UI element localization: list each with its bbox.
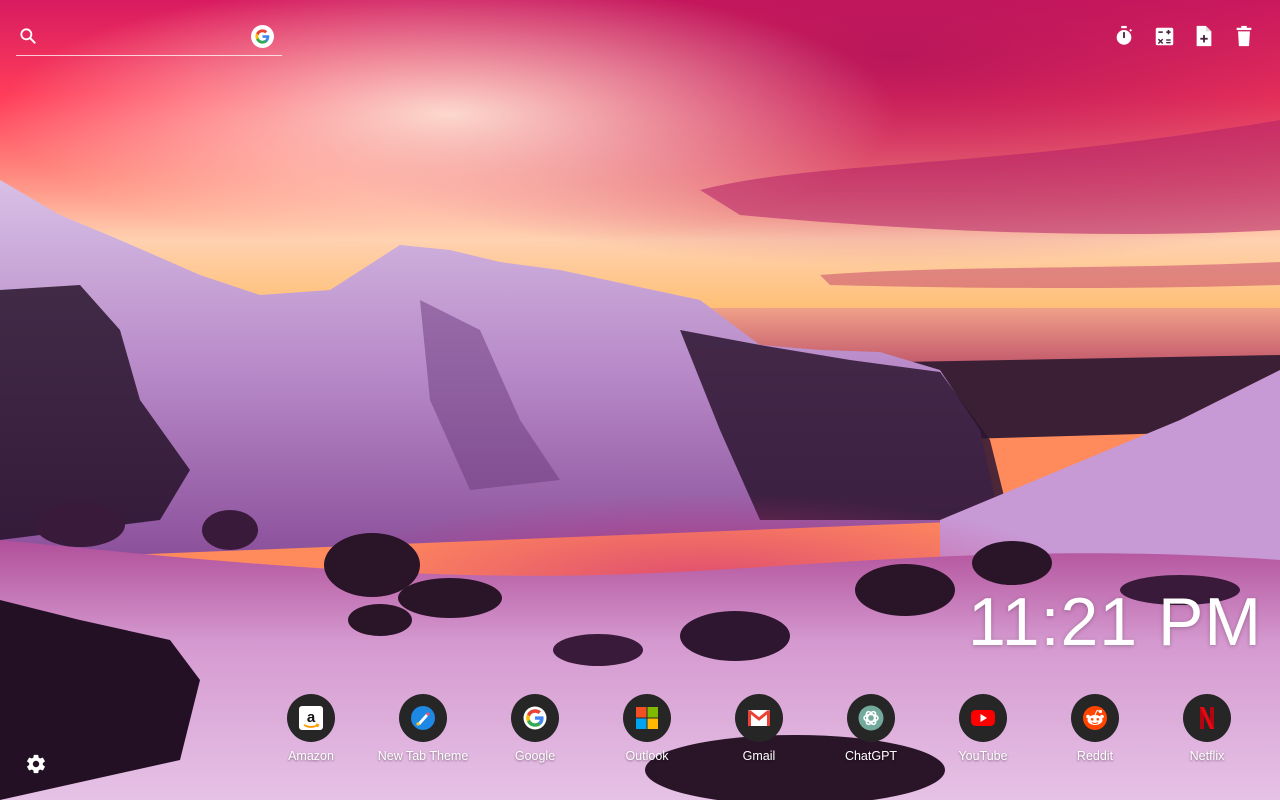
timer-icon[interactable] (1112, 24, 1136, 48)
amazon-icon: a (287, 694, 335, 742)
shortcut-google[interactable]: Google (480, 694, 590, 774)
shortcut-new-tab-theme[interactable]: New Tab Theme (368, 694, 478, 774)
reddit-icon (1071, 694, 1119, 742)
google-icon (511, 694, 559, 742)
trash-icon[interactable] (1232, 24, 1256, 48)
shortcut-gmail[interactable]: Gmail (704, 694, 814, 774)
calculator-icon[interactable] (1152, 24, 1176, 48)
clock-time: 11:21 PM (967, 584, 1262, 660)
gmail-icon (735, 694, 783, 742)
shortcut-youtube[interactable]: YouTube (928, 694, 1038, 774)
shortcut-reddit[interactable]: Reddit (1040, 694, 1150, 774)
netflix-icon (1183, 694, 1231, 742)
shortcut-label: ChatGPT (844, 749, 898, 763)
shortcut-label: YouTube (958, 749, 1008, 763)
wallpaper-mountain-sunset (0, 0, 1280, 800)
shortcut-label: Gmail (742, 749, 776, 763)
shortcut-netflix[interactable]: Netflix (1152, 694, 1262, 774)
youtube-icon (959, 694, 1007, 742)
outlook-icon (623, 694, 671, 742)
shortcut-label: Google (514, 749, 556, 763)
shortcut-label: New Tab Theme (377, 749, 469, 763)
shortcut-label: Reddit (1076, 749, 1114, 763)
new-tab-page: 11:21 PM a Amazon New Tab Theme Google O… (0, 0, 1280, 800)
chatgpt-icon (847, 694, 895, 742)
shortcut-label: Netflix (1189, 749, 1225, 763)
shortcut-amazon[interactable]: a Amazon (256, 694, 366, 774)
shortcut-label: Amazon (288, 749, 334, 763)
add-note-icon[interactable] (1192, 24, 1216, 48)
new-tab-theme-icon (399, 694, 447, 742)
shortcut-outlook[interactable]: Outlook (592, 694, 702, 774)
shortcut-label: Outlook (625, 749, 669, 763)
shortcut-chatgpt[interactable]: ChatGPT (816, 694, 926, 774)
search-input[interactable] (48, 24, 252, 52)
google-icon[interactable] (251, 25, 274, 48)
search-icon[interactable] (18, 26, 38, 46)
svg-text:a: a (307, 709, 316, 726)
gear-icon[interactable] (24, 752, 48, 776)
search-bar (16, 22, 282, 56)
